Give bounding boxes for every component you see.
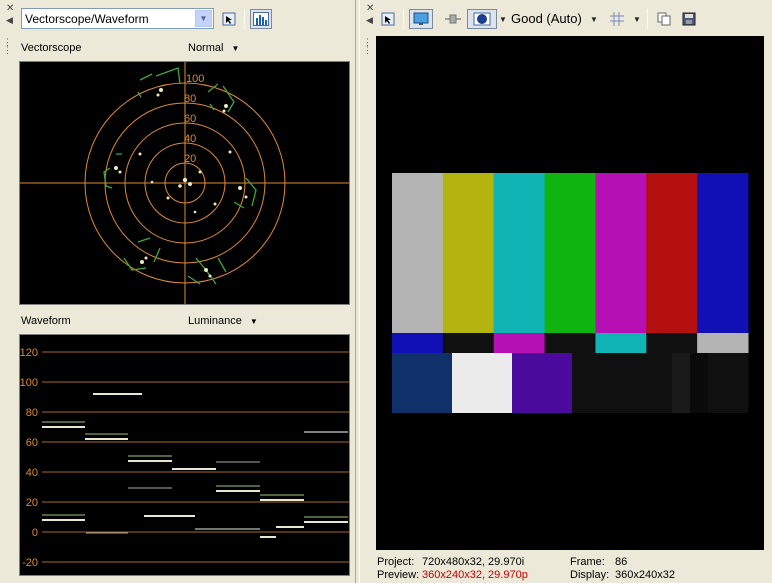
- preview-value: 360x240x32, 29.970p: [422, 569, 528, 581]
- close-panel-icon[interactable]: ✕: [6, 3, 14, 14]
- ring-label-80: 80: [184, 93, 196, 105]
- mid-bar-3: [544, 333, 596, 353]
- bottom-bar-2: [512, 353, 573, 413]
- color-bars-frame: [392, 173, 749, 413]
- ring-label-100: 100: [186, 73, 204, 85]
- waveform-mode-value: Luminance: [188, 315, 242, 327]
- collapse-arrow-icon[interactable]: ◀: [6, 15, 13, 26]
- overlay-button[interactable]: [467, 9, 497, 29]
- vectorscope-label: Vectorscope: [21, 42, 82, 54]
- bottom-bar-0: [392, 353, 453, 413]
- preview-quality-value[interactable]: Good (Auto): [511, 11, 582, 26]
- display-label: Display:: [570, 569, 610, 581]
- project-value: 720x480x32, 29.970i: [422, 556, 525, 568]
- scope-type-select[interactable]: Vectorscope/Waveform ▼: [21, 8, 214, 29]
- collapse-arrow-icon[interactable]: ◀: [366, 15, 373, 26]
- toolbar-separator: [647, 9, 648, 29]
- top-bar-4: [595, 173, 647, 333]
- waveform-tick-minus20: -20: [22, 557, 38, 569]
- chevron-down-icon[interactable]: ▼: [195, 10, 212, 27]
- bottom-bar-8: [708, 353, 749, 413]
- histogram-icon: [253, 12, 269, 26]
- waveform-tick-80: 80: [26, 407, 38, 419]
- bottom-bar-4: [612, 353, 643, 413]
- vectorscope-mode-value: Normal: [188, 42, 224, 54]
- mid-bar-1: [442, 333, 495, 353]
- top-bar-6: [697, 173, 749, 333]
- project-label: Project:: [377, 556, 415, 568]
- top-bar-2: [493, 173, 546, 333]
- top-bar-0: [392, 173, 444, 333]
- bottom-bar-3: [572, 353, 613, 413]
- split-screen-button[interactable]: [442, 9, 464, 29]
- ring-label-40: 40: [184, 133, 196, 145]
- bottom-bar-1: [452, 353, 513, 413]
- drag-grip-icon[interactable]: ⋮ ⋮: [3, 38, 12, 55]
- toolbar-separator: [244, 9, 245, 29]
- preview-label: Preview:: [377, 569, 420, 581]
- update-scopes-button[interactable]: [250, 9, 272, 29]
- external-monitor-button[interactable]: [409, 9, 433, 29]
- bottom-bar-6: [672, 353, 691, 413]
- display-value: 360x240x32: [615, 569, 675, 581]
- vectorscope-graph: 100 80 60 40 20: [20, 62, 349, 304]
- monitor-icon: [413, 12, 429, 25]
- scope-type-value: Vectorscope/Waveform: [25, 11, 149, 26]
- frame-value: 86: [615, 556, 628, 568]
- waveform-tick-100: 100: [20, 377, 38, 389]
- overlay-dropdown-caret-icon[interactable]: ▼: [499, 15, 507, 24]
- overlay-icon: [473, 12, 491, 26]
- waveform-label: Waveform: [21, 315, 71, 327]
- caret-down-icon: ▼: [249, 317, 258, 326]
- preview-properties-button[interactable]: [378, 9, 398, 29]
- waveform-tick-20: 20: [26, 497, 38, 509]
- bottom-bar-7: [690, 353, 709, 413]
- save-snapshot-button[interactable]: [679, 9, 699, 29]
- copy-icon: [657, 12, 671, 26]
- waveform-display: 120 100 80 60 40 20 0 -20: [19, 334, 350, 576]
- waveform-graph: 120 100 80 60 40 20 0 -20: [20, 347, 349, 569]
- ring-label-20: 20: [184, 153, 196, 165]
- frame-label: Frame:: [570, 556, 605, 568]
- grid-icon: [610, 12, 624, 26]
- drag-grip-icon[interactable]: ⋮ ⋮: [363, 38, 372, 55]
- copy-snapshot-button[interactable]: [654, 9, 674, 29]
- mid-bar-6: [697, 333, 749, 353]
- vectorscope-mode-dropdown[interactable]: Normal ▼: [188, 42, 239, 54]
- scopes-panel: ✕ ◀ ⋮ ⋮ Vectorscope/Waveform ▼ Vectorscop…: [0, 0, 356, 583]
- save-disk-icon: [682, 12, 696, 26]
- close-panel-icon[interactable]: ✕: [366, 3, 374, 14]
- waveform-tick-120: 120: [20, 347, 38, 359]
- pointer-window-icon: [381, 12, 395, 26]
- pointer-window-icon: [222, 12, 236, 26]
- top-bar-1: [442, 173, 495, 333]
- waveform-mode-dropdown[interactable]: Luminance ▼: [188, 315, 258, 327]
- grid-dropdown-caret-icon[interactable]: ▼: [633, 15, 641, 24]
- waveform-tick-0: 0: [32, 527, 38, 539]
- grid-overlay-button[interactable]: [607, 9, 627, 29]
- video-preview-window[interactable]: [376, 36, 764, 550]
- split-view-icon: [445, 14, 461, 24]
- caret-down-icon: ▼: [231, 44, 240, 53]
- waveform-tick-60: 60: [26, 437, 38, 449]
- vectorscope-display: 100 80 60 40 20: [19, 61, 350, 305]
- top-bar-5: [646, 173, 698, 333]
- mid-bar-2: [493, 333, 546, 353]
- mid-bar-5: [646, 333, 698, 353]
- bottom-bar-5: [642, 353, 673, 413]
- settings-pointer-button[interactable]: [219, 9, 239, 29]
- mid-bar-4: [595, 333, 647, 353]
- mid-bar-0: [392, 333, 444, 353]
- ring-label-60: 60: [184, 113, 196, 125]
- toolbar-separator: [403, 9, 404, 29]
- quality-dropdown-caret-icon[interactable]: ▼: [590, 15, 598, 24]
- top-bar-3: [544, 173, 596, 333]
- waveform-tick-40: 40: [26, 467, 38, 479]
